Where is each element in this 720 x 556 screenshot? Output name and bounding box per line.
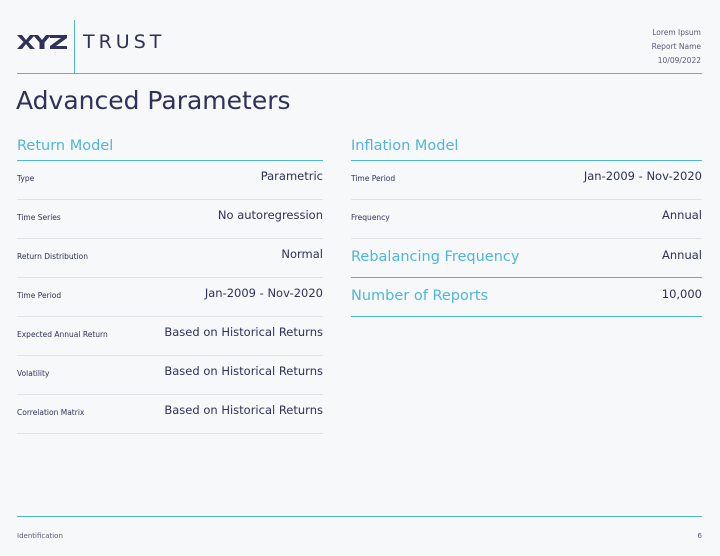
- meta-line: Lorem Ipsum: [652, 28, 701, 37]
- page-title: Advanced Parameters: [16, 86, 291, 115]
- param-row: Type Parametric: [17, 161, 323, 200]
- footer-divider: [17, 516, 702, 517]
- param-value: No autoregression: [217, 208, 323, 222]
- meta-date: 10/09/2022: [657, 56, 701, 65]
- param-value: Based on Historical Returns: [164, 364, 323, 378]
- page-number: 6: [697, 532, 702, 540]
- param-row: Correlation Matrix Based on Historical R…: [17, 395, 323, 434]
- header-divider: [17, 73, 702, 74]
- param-row: Time Series No autoregression: [17, 200, 323, 239]
- param-label: Volatility: [17, 369, 50, 378]
- param-label: Time Period: [17, 291, 62, 300]
- page-header: TRUST Lorem Ipsum Report Name 10/09/2022: [0, 0, 720, 74]
- rebalancing-frequency-value: Annual: [662, 248, 702, 262]
- param-row: Return Distribution Normal: [17, 239, 323, 278]
- number-of-reports-label: Number of Reports: [351, 288, 489, 304]
- param-label: Frequency: [351, 213, 390, 222]
- param-row: Expected Annual Return Based on Historic…: [17, 317, 323, 356]
- footer-identification: Identification: [17, 532, 63, 540]
- header-meta: Lorem Ipsum Report Name 10/09/2022: [652, 26, 701, 68]
- inflation-model-section: Inflation Model Time Period Jan-2009 - N…: [351, 134, 702, 317]
- param-row: Time Period Jan-2009 - Nov-2020: [17, 278, 323, 317]
- param-label: Expected Annual Return: [17, 330, 108, 339]
- rebalancing-frequency-label: Rebalancing Frequency: [351, 249, 520, 265]
- param-row: Frequency Annual: [351, 200, 702, 239]
- param-value: Based on Historical Returns: [164, 325, 323, 339]
- xyz-logo-icon: [17, 35, 67, 49]
- param-row: Volatility Based on Historical Returns: [17, 356, 323, 395]
- param-value: Parametric: [260, 169, 323, 183]
- section-heading: Inflation Model: [351, 134, 702, 161]
- return-model-section: Return Model Type Parametric Time Series…: [17, 134, 323, 434]
- param-label: Correlation Matrix: [17, 408, 85, 417]
- section-heading: Return Model: [17, 134, 323, 161]
- param-value: Jan-2009 - Nov-2020: [204, 286, 323, 300]
- meta-report-name: Report Name: [651, 42, 701, 51]
- param-value: Based on Historical Returns: [164, 403, 323, 417]
- logo-divider: [74, 20, 75, 73]
- param-value: Jan-2009 - Nov-2020: [583, 169, 702, 183]
- param-value: Normal: [281, 247, 323, 261]
- param-label: Return Distribution: [17, 252, 89, 261]
- brand-name: TRUST: [83, 31, 166, 53]
- rebalancing-frequency-row: Rebalancing Frequency Annual: [351, 239, 702, 278]
- param-row: Time Period Jan-2009 - Nov-2020: [351, 161, 702, 200]
- param-label: Type: [17, 174, 35, 183]
- number-of-reports-row: Number of Reports 10,000: [351, 278, 702, 317]
- param-label: Time Period: [351, 174, 396, 183]
- param-label: Time Series: [17, 213, 61, 222]
- param-value: Annual: [662, 208, 702, 222]
- number-of-reports-value: 10,000: [661, 287, 702, 301]
